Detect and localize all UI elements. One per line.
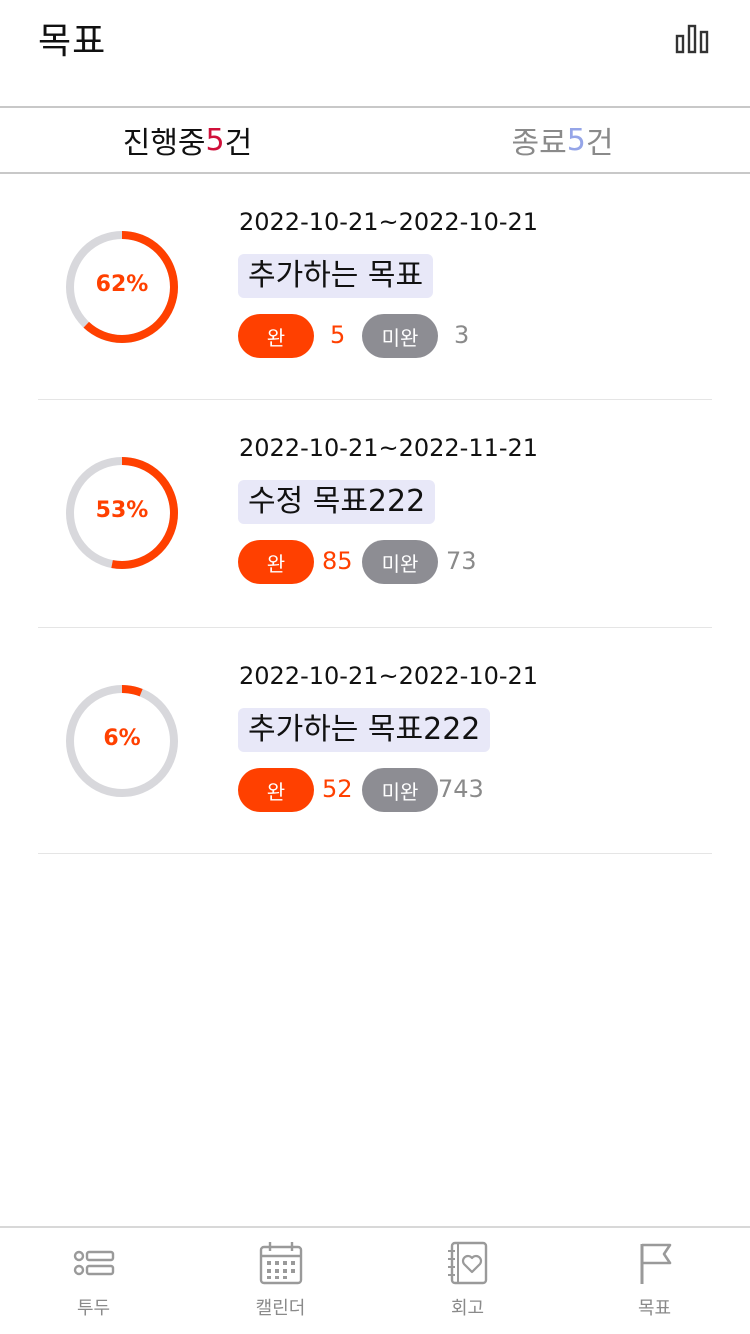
undone-count: 743 bbox=[438, 775, 484, 803]
tab-finished[interactable]: 종료 5건 bbox=[375, 108, 750, 172]
todo-list-icon bbox=[73, 1250, 115, 1276]
goal-date-range: 2022-10-21~2022-10-21 bbox=[239, 208, 539, 236]
undone-badge: 미완 bbox=[362, 314, 438, 358]
goal-list: 62% 2022-10-21~2022-10-21 추가하는 목표 완 5 미완… bbox=[0, 174, 750, 854]
bottom-nav: 투두 캘린더 회고 목표 bbox=[0, 1226, 750, 1334]
calendar-icon bbox=[259, 1242, 303, 1285]
tab-unit: 건 bbox=[224, 126, 253, 161]
header: 목표 bbox=[0, 0, 750, 106]
progress-percent: 53% bbox=[95, 498, 149, 523]
goal-card[interactable]: 53% 2022-10-21~2022-11-21 수정 목표222 완 85 … bbox=[38, 400, 712, 628]
tab-label: 진행중 bbox=[122, 126, 206, 161]
nav-item-todo[interactable]: 투두 bbox=[0, 1228, 187, 1334]
goal-name: 수정 목표222 bbox=[238, 480, 436, 524]
goal-date-range: 2022-10-21~2022-10-21 bbox=[239, 662, 539, 690]
goal-name: 추가하는 목표 bbox=[238, 254, 434, 298]
page-title: 목표 bbox=[38, 21, 107, 62]
nav-label: 회고 bbox=[450, 1298, 485, 1319]
nav-label: 캘린더 bbox=[255, 1298, 306, 1319]
journal-heart-icon bbox=[448, 1241, 488, 1285]
tab-count: 5 bbox=[205, 122, 225, 158]
nav-label: 투두 bbox=[76, 1298, 111, 1319]
goal-card[interactable]: 6% 2022-10-21~2022-10-21 추가하는 목표222 완 52… bbox=[38, 628, 712, 854]
undone-badge: 미완 bbox=[362, 768, 438, 812]
done-count: 52 bbox=[322, 775, 353, 803]
progress-percent: 62% bbox=[95, 272, 149, 297]
undone-count: 3 bbox=[454, 321, 470, 349]
nav-item-reflection[interactable]: 회고 bbox=[374, 1228, 561, 1334]
nav-label: 목표 bbox=[637, 1298, 672, 1319]
goal-name: 추가하는 목표222 bbox=[238, 708, 491, 752]
done-badge: 완 bbox=[238, 768, 314, 812]
done-count: 5 bbox=[330, 321, 346, 349]
status-tabs: 진행중 5건 종료 5건 bbox=[0, 106, 750, 174]
bar-chart-icon[interactable] bbox=[672, 20, 712, 60]
goal-date-range: 2022-10-21~2022-11-21 bbox=[239, 434, 539, 462]
done-badge: 완 bbox=[238, 540, 314, 584]
flag-icon bbox=[640, 1243, 672, 1284]
done-badge: 완 bbox=[238, 314, 314, 358]
undone-count: 73 bbox=[446, 547, 477, 575]
nav-item-calendar[interactable]: 캘린더 bbox=[187, 1228, 374, 1334]
tab-in-progress[interactable]: 진행중 5건 bbox=[0, 108, 375, 172]
nav-item-goal[interactable]: 목표 bbox=[561, 1228, 748, 1334]
tab-count: 5 bbox=[566, 122, 586, 158]
tab-label: 종료 bbox=[511, 126, 567, 161]
tab-unit: 건 bbox=[585, 126, 614, 161]
progress-percent: 6% bbox=[103, 726, 141, 751]
done-count: 85 bbox=[322, 547, 353, 575]
undone-badge: 미완 bbox=[362, 540, 438, 584]
goal-card[interactable]: 62% 2022-10-21~2022-10-21 추가하는 목표 완 5 미완… bbox=[38, 174, 712, 400]
